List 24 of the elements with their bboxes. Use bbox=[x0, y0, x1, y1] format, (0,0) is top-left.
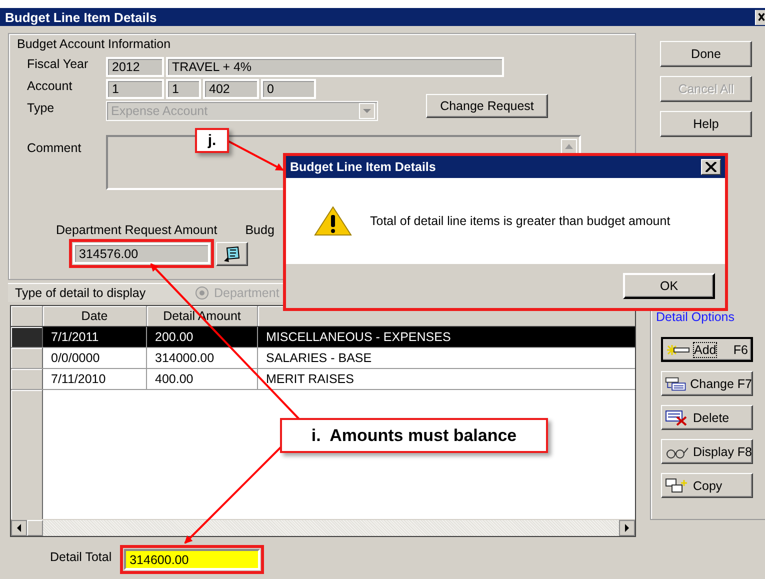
dialog-message: Total of detail line items is greater than budget amount bbox=[370, 214, 670, 228]
dialog-title: Budget Line Item Details bbox=[290, 160, 436, 174]
annotation-callout: i. Amounts must balance bbox=[280, 418, 548, 453]
annotation-callout: j. bbox=[195, 128, 229, 153]
detail-type-label: Type of detail to display bbox=[14, 286, 147, 300]
table-cell: 7/1/2011 bbox=[43, 327, 147, 347]
table-cell: 7/11/2010 bbox=[43, 369, 147, 389]
table-cell: 200.00 bbox=[147, 327, 258, 347]
field-label: Fiscal Year bbox=[26, 57, 90, 71]
field-label: Account bbox=[26, 79, 74, 93]
table-cell: 314000.00 bbox=[147, 348, 258, 368]
window-title: Budget Line Item Details bbox=[5, 10, 158, 24]
panel-title: Detail Options bbox=[656, 310, 736, 326]
table-cell-text: MISCELLANEOUS - EXPENSES bbox=[265, 329, 452, 346]
table-cell: 400.00 bbox=[147, 369, 258, 389]
field-label: Comment bbox=[26, 140, 82, 155]
group-title: Budget Account Information bbox=[17, 37, 172, 53]
field-label: Budg bbox=[245, 223, 274, 239]
table-cell: 0/0/0000 bbox=[43, 348, 147, 368]
table-cell-text: MERIT RAISES bbox=[265, 371, 355, 388]
table-cell-text: SALARIES - BASE bbox=[265, 350, 373, 367]
detail-total-label: Detail Total bbox=[50, 550, 112, 564]
field-label: Type bbox=[26, 101, 56, 115]
field-label: Department Request Amount bbox=[56, 223, 218, 239]
